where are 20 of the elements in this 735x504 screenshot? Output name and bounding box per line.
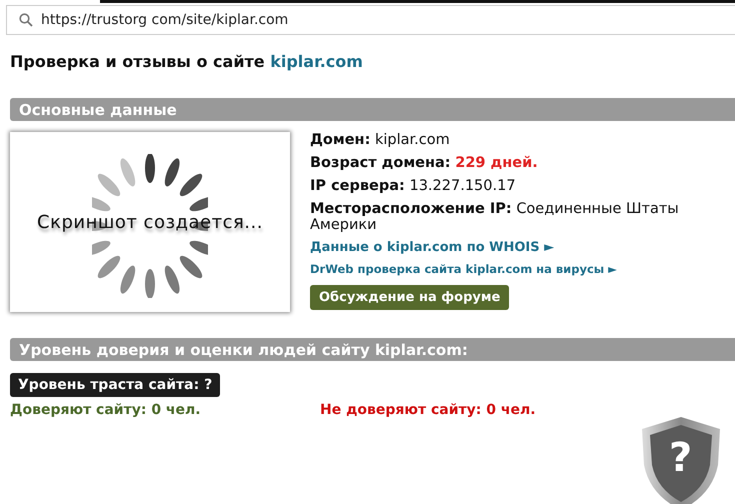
site-name: kiplar.com bbox=[270, 52, 363, 71]
trust-level-badge: Уровень траста сайта: ? bbox=[10, 373, 220, 397]
url-text: https://trustorg com/site/kiplar.com bbox=[41, 12, 288, 28]
section-header: Уровень доверия и оценки людей сайту kiplar.com: bbox=[10, 338, 735, 361]
address-bar[interactable]: https://trustorg com/site/kiplar.com bbox=[6, 5, 735, 35]
search-icon bbox=[19, 13, 33, 27]
distrust-count: Не доверяют сайту: 0 чел. bbox=[320, 402, 536, 418]
section-header: Основные данные bbox=[10, 98, 735, 121]
page-title: Проверка и отзывы о сайте bbox=[10, 52, 266, 71]
loading-caption: Скриншот создается... bbox=[37, 212, 263, 232]
trust-count: Доверяют сайту: 0 чел. bbox=[10, 402, 202, 418]
info-link[interactable]: DrWeb проверка сайта kiplar.com на вирусы ► bbox=[310, 262, 700, 276]
shield-icon bbox=[640, 415, 722, 504]
domain-fact: Домен: kiplar.com bbox=[310, 132, 451, 148]
info-link[interactable]: Данные о kiplar.com по WHOIS ► bbox=[310, 240, 700, 255]
question-mark: ? bbox=[669, 436, 692, 480]
domain-fact: Месторасположение IP: Соединенные Штаты Америки bbox=[310, 201, 680, 233]
domain-fact: IP сервера: 13.227.150.17 bbox=[310, 178, 517, 194]
forum-button[interactable]: Обсуждение на форуме bbox=[310, 285, 510, 310]
domain-fact: Возраст домена: 229 дней. bbox=[310, 155, 539, 171]
